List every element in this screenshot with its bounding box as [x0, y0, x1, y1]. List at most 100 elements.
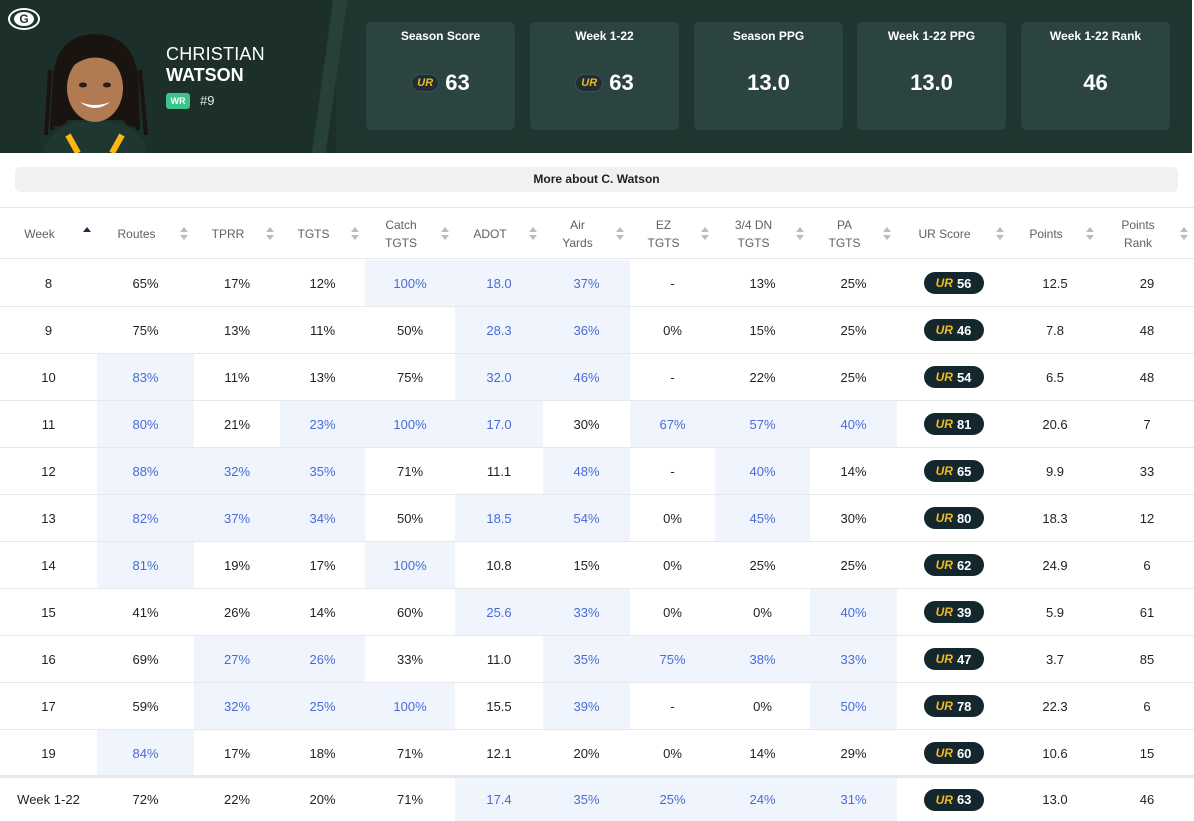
cell-pa: 31%: [810, 778, 897, 821]
cell-pa: 25%: [840, 275, 867, 291]
column-header-label: Points: [1029, 227, 1063, 241]
cell-rank: 48: [1139, 322, 1155, 338]
cell-tgts: 25%: [280, 683, 365, 729]
sort-arrows-icon[interactable]: [1086, 226, 1094, 242]
cell-adot: 12.1: [486, 745, 512, 761]
cell-adot: 32.0: [455, 354, 543, 400]
cell-catch: 50%: [396, 322, 424, 338]
table-row: 9 75% 13% 11% 50% 28.3 36% 0% 15% 25% UR 46 7.8 48: [0, 307, 1194, 354]
cell-dn: 15%: [749, 322, 776, 338]
cell-points: 5.9: [1045, 604, 1065, 620]
ur-logo-icon: UR: [935, 652, 953, 666]
cell-dn: 22%: [749, 369, 776, 385]
cell-tprr: 26%: [223, 604, 251, 620]
table-row: 10 83% 11% 13% 75% 32.0 46% - 22% 25% UR 54 6.5 48: [0, 354, 1194, 401]
cell-pa: 40%: [810, 589, 897, 635]
cell-air: 46%: [543, 354, 630, 400]
cell-adot: 10.8: [486, 557, 512, 573]
column-header-tgts[interactable]: TGTS: [280, 208, 365, 260]
cell-points: 20.6: [1042, 416, 1068, 432]
cell-routes: 88%: [97, 448, 194, 494]
sort-arrows-icon[interactable]: [883, 226, 891, 242]
table-row: 13 82% 37% 34% 50% 18.5 54% 0% 45% 30% UR 80 18.3 12: [0, 495, 1194, 542]
cell-catch: 50%: [396, 510, 424, 526]
sort-arrows-icon[interactable]: [616, 226, 624, 242]
cell-ez: -: [670, 463, 675, 479]
cell-dn: 25%: [749, 557, 776, 573]
ur-score-badge: UR 47: [923, 648, 984, 670]
cell-catch: 71%: [396, 463, 424, 479]
sort-arrows-icon[interactable]: [529, 226, 537, 242]
sort-arrows-icon[interactable]: [701, 226, 709, 242]
sort-arrows-icon[interactable]: [351, 226, 359, 242]
cell-air: 35%: [543, 778, 630, 821]
column-header-catch[interactable]: Catch TGTS: [365, 208, 455, 260]
column-header-ur[interactable]: UR Score: [897, 208, 1010, 260]
player-header: G CHRISTIAN WATSON WR #9 Season Score UR 6…: [0, 0, 1192, 153]
cell-routes: 65%: [132, 275, 159, 291]
cell-pa: 25%: [840, 557, 867, 573]
sort-arrows-icon[interactable]: [796, 226, 804, 242]
cell-air: 36%: [543, 307, 630, 353]
column-header-points[interactable]: Points: [1010, 208, 1100, 260]
sort-arrows-icon[interactable]: [266, 226, 274, 242]
stat-value-number: 63: [445, 70, 470, 95]
column-header-week[interactable]: Week: [0, 208, 97, 260]
cell-routes: 82%: [97, 495, 194, 541]
cell-adot: 25.6: [455, 589, 543, 635]
cell-pa: 33%: [810, 636, 897, 682]
ur-logo-icon: UR: [935, 276, 953, 290]
ur-score-value: 47: [956, 651, 972, 667]
cell-points: 9.9: [1045, 463, 1065, 479]
more-about-player-button[interactable]: More about C. Watson: [15, 167, 1178, 192]
ur-score-value: 54: [956, 369, 972, 385]
table-row: 17 59% 32% 25% 100% 15.5 39% - 0% 50% UR 78 22.3 6: [0, 683, 1194, 730]
cell-dn: 0%: [753, 698, 772, 714]
column-header-routes[interactable]: Routes: [97, 208, 194, 260]
column-header-ez[interactable]: EZ TGTS: [630, 208, 715, 260]
cell-ur: UR 62: [897, 542, 1010, 588]
sort-arrows-icon[interactable]: [83, 226, 91, 242]
cell-tprr: 22%: [223, 792, 251, 807]
cell-ez: -: [670, 698, 675, 714]
column-header-dn[interactable]: 3/4 DN TGTS: [715, 208, 810, 260]
cell-points: 18.3: [1042, 510, 1068, 526]
cell-rank: 46: [1139, 792, 1155, 807]
column-header-tprr[interactable]: TPRR: [194, 208, 280, 260]
cell-catch: 33%: [396, 651, 424, 667]
sort-arrows-icon[interactable]: [441, 226, 449, 242]
cell-week: 10: [41, 369, 56, 385]
column-header-pa[interactable]: PA TGTS: [810, 208, 897, 260]
cell-pa: 50%: [810, 683, 897, 729]
column-header-label: Week: [24, 227, 55, 241]
ur-score-badge: UR 65: [923, 460, 984, 482]
table-row: 15 41% 26% 14% 60% 25.6 33% 0% 0% 40% UR 39 5.9 61: [0, 589, 1194, 636]
cell-air: 37%: [543, 260, 630, 306]
packers-g-logo-icon[interactable]: G: [8, 8, 40, 30]
column-header-air[interactable]: Air Yards: [543, 208, 630, 260]
column-header-label: PA TGTS: [828, 218, 861, 250]
column-header-label: TPRR: [211, 227, 245, 241]
sort-arrows-icon[interactable]: [996, 226, 1004, 242]
cell-pa: 14%: [840, 463, 867, 479]
column-header-adot[interactable]: ADOT: [455, 208, 543, 260]
cell-points: 3.7: [1045, 651, 1065, 667]
stat-card-label: Week 1-22 Rank: [1049, 29, 1142, 43]
ur-score-value: 46: [956, 322, 972, 338]
cell-pa: 40%: [810, 401, 897, 447]
cell-pa: 29%: [840, 745, 867, 761]
cell-tgts: 11%: [309, 322, 336, 338]
cell-ez: 0%: [663, 604, 682, 620]
cell-dn: 14%: [749, 745, 776, 761]
ur-score-badge: UR 62: [923, 554, 984, 576]
sort-arrows-icon[interactable]: [1180, 226, 1188, 242]
ur-logo-icon: UR: [411, 74, 440, 92]
cell-ez: -: [670, 369, 675, 385]
cell-points: 22.3: [1042, 698, 1068, 714]
stat-card: Season PPG 13.0: [694, 22, 843, 130]
column-header-rank[interactable]: Points Rank: [1100, 208, 1194, 260]
cell-tprr: 37%: [194, 495, 280, 541]
sort-arrows-icon[interactable]: [180, 226, 188, 242]
ur-logo-icon: UR: [935, 792, 953, 807]
stat-card-label: Week 1-22 PPG: [887, 29, 976, 43]
